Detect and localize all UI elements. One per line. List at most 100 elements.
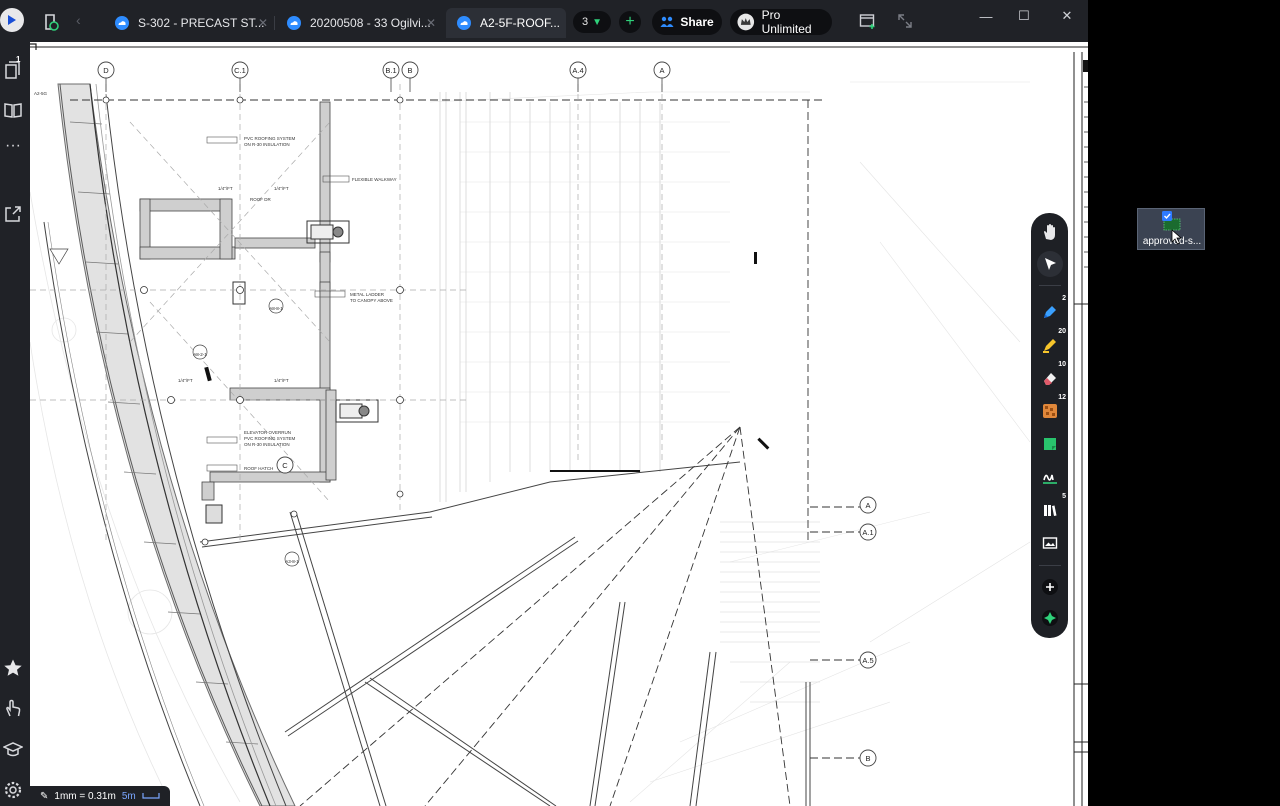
stamp-count: 5 [1062, 493, 1066, 500]
grid-label-c: C [282, 461, 288, 470]
note-flexible-walkway: FLEXIBLE WALKWAY [352, 177, 397, 182]
chevron-down-icon: ▼ [592, 16, 603, 28]
note-elevator-overrun: ELEVATOR OVERRUN [244, 430, 291, 435]
hand-icon [1044, 224, 1055, 240]
ref-a821: A8-2-1 [193, 352, 207, 357]
sync-icon[interactable] [40, 12, 60, 32]
close-icon[interactable]: ✕ [426, 16, 436, 30]
export-icon[interactable] [3, 204, 23, 224]
cloud-icon [115, 16, 129, 30]
plus-circle-icon [1042, 579, 1058, 595]
tab-label: A2-5F-ROOF... [480, 16, 561, 30]
settings-gear-icon[interactable] [3, 780, 23, 800]
app-logo-icon[interactable] [0, 8, 24, 32]
select-tool[interactable] [1037, 251, 1063, 277]
documents-badge: 1 [16, 55, 21, 64]
touch-hand-icon[interactable] [3, 698, 23, 718]
eraser-tool[interactable]: 10 [1037, 361, 1066, 391]
people-icon [660, 16, 674, 27]
file-checked-icon [1162, 211, 1181, 231]
divider [1039, 565, 1061, 566]
share-label: Share [680, 15, 714, 29]
grid-label-b: B [407, 66, 412, 75]
sparkle-icon [1042, 610, 1058, 626]
eraser-icon [1044, 373, 1056, 385]
note-slope-1: 1/4"/FT [218, 186, 233, 191]
roof-plan-drawing: D C.1 B.1 B A.4 A C A A.1 A.5 B A8-8-1 A… [30, 43, 1088, 806]
note-sheet-ref: A2-5G [34, 91, 48, 96]
highlighter-tool[interactable]: 20 [1037, 328, 1066, 358]
tab-label: 20200508 - 33 Ogilvi... [310, 16, 431, 30]
minimize-icon[interactable]: — [976, 6, 996, 26]
scale-unit: 5m [121, 790, 136, 802]
scale-ruler-icon [142, 793, 160, 799]
grid-label-d: D [103, 66, 109, 75]
more-icon[interactable]: ··· [3, 138, 23, 160]
drawing-canvas[interactable]: D C.1 B.1 B A.4 A C A A.1 A.5 B A8-8-1 A… [30, 42, 1088, 806]
maximize-icon[interactable]: ☐ [1014, 6, 1034, 26]
highlighter-count: 20 [1058, 328, 1066, 335]
share-button[interactable]: Share [652, 9, 722, 35]
note-pvc-roofing-1: PVC ROOFING SYSTEM [244, 136, 296, 141]
star-icon[interactable] [3, 658, 23, 678]
nav-back-icon[interactable]: ‹ [76, 12, 81, 28]
tab-count-button[interactable]: 3 ▼ [573, 11, 611, 33]
sticky-note-icon [1044, 438, 1056, 450]
pen-icon [1044, 306, 1056, 318]
tab-separator [274, 16, 275, 30]
close-window-icon[interactable]: ✕ [1057, 6, 1077, 26]
ref-a881: A8-8-1 [269, 306, 283, 311]
note-slope-4: 1/4"/FT [274, 378, 289, 383]
new-tab-button[interactable]: + [619, 11, 641, 33]
title-bar: ‹ S-302 - PRECAST ST... ✕ 20200508 - 33 … [0, 0, 1088, 42]
signature-tool[interactable] [1037, 464, 1063, 490]
grid-label-right-a1: A.1 [862, 528, 873, 537]
pro-unlimited-button[interactable]: Pro Unlimited [730, 8, 832, 36]
cloud-icon [287, 16, 301, 30]
plus-icon: + [625, 13, 635, 30]
plan-label: Pro Unlimited [761, 8, 812, 36]
texture-count: 12 [1058, 394, 1066, 401]
desktop-file-shortcut[interactable]: approved-s... [1137, 208, 1205, 250]
add-tool-button[interactable] [1037, 574, 1063, 600]
grid-label-a: A [659, 66, 664, 75]
divider [1039, 285, 1061, 286]
sticky-note-tool[interactable] [1037, 431, 1063, 457]
note-roof-hatch: ROOF HATCH [244, 466, 273, 471]
expand-icon[interactable] [896, 12, 914, 30]
close-icon[interactable]: ✕ [258, 16, 268, 30]
stamp-library-tool[interactable]: 5 [1037, 493, 1066, 523]
grid-label-a4: A.4 [572, 66, 583, 75]
note-pvc-roofing-2: PVC ROOFING SYSTEM [244, 436, 296, 441]
note-metal-ladder: METAL LADDER [350, 292, 385, 297]
grid-label-c1: C.1 [234, 66, 246, 75]
ref-a381: A3-8-1 [285, 559, 299, 564]
note-canopy: TO CANOPY ABOVE [350, 298, 393, 303]
library-icon [1044, 505, 1057, 516]
eraser-count: 10 [1058, 361, 1066, 368]
signature-icon [1043, 474, 1057, 484]
mouse-cursor-icon [1171, 229, 1183, 245]
tab-s302[interactable]: S-302 - PRECAST ST... ✕ [104, 8, 274, 38]
tab-20200508[interactable]: 20200508 - 33 Ogilvi... ✕ [276, 8, 442, 38]
image-icon [1042, 537, 1058, 549]
book-icon[interactable] [3, 100, 23, 120]
pen-tool[interactable]: 2 [1037, 295, 1066, 325]
grid-label-right-a5: A.5 [862, 656, 873, 665]
app-window: ‹ S-302 - PRECAST ST... ✕ 20200508 - 33 … [0, 0, 1088, 806]
pan-tool[interactable] [1037, 219, 1063, 245]
cursor-arrow-icon [1045, 258, 1056, 270]
graduation-cap-icon[interactable] [2, 740, 24, 760]
ai-assistant-button[interactable] [1037, 605, 1063, 631]
tab-a2-5f-roof[interactable]: A2-5F-ROOF... [446, 8, 566, 38]
scale-indicator[interactable]: ✎ 1mm = 0.31m 5m [30, 786, 170, 806]
left-sidebar: 1 ··· [0, 42, 30, 806]
texture-tool[interactable]: 12 [1037, 394, 1066, 424]
image-tool[interactable] [1037, 530, 1063, 556]
note-insulation-2: ON R-30 INSULATION [244, 442, 290, 447]
add-window-icon[interactable] [859, 12, 877, 30]
pencil-icon: ✎ [40, 790, 49, 802]
grid-label-b1: B.1 [385, 66, 396, 75]
tool-palette: 2 20 10 12 5 [1031, 213, 1068, 638]
scale-ratio: 1mm = 0.31m [54, 790, 116, 802]
